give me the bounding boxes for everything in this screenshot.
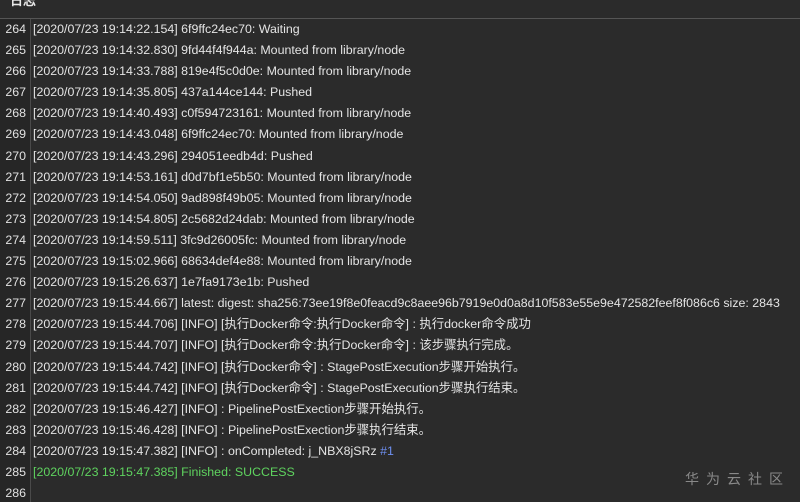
- log-message: [2020/07/23 19:14:33.788] 819e4f5c0d0e: …: [33, 64, 412, 79]
- log-message: [2020/07/23 19:15:47.382] [INFO] : onCom…: [33, 443, 381, 458]
- log-message: [2020/07/23 19:15:44.667] latest: digest…: [33, 296, 780, 311]
- log-message: [2020/07/23 19:15:44.707] [INFO] [执行Dock…: [33, 338, 519, 353]
- log-line: 276 [2020/07/23 19:15:26.637] 1e7fa9173e1…: [0, 272, 800, 293]
- log-line-text: [2020/07/23 19:14:54.805] 2c5682d24dab: …: [33, 209, 415, 230]
- log-message: [2020/07/23 19:14:35.805] 437a144ce144: …: [33, 85, 313, 100]
- line-number: 272: [5, 190, 26, 205]
- log-line-text: [2020/07/23 19:14:54.050] 9ad898f49b05: …: [33, 188, 412, 209]
- log-message: [2020/07/23 19:14:32.830] 9fd44f4f944a: …: [33, 43, 405, 58]
- log-message: [2020/07/23 19:14:53.161] d0d7bf1e5b50: …: [33, 169, 412, 184]
- log-line: 273 [2020/07/23 19:14:54.805] 2c5682d24da…: [0, 209, 800, 230]
- line-number: 284: [5, 443, 26, 458]
- line-number: 277: [5, 296, 26, 311]
- line-number: 279: [5, 338, 26, 353]
- log-message: [2020/07/23 19:14:54.050] 9ad898f49b05: …: [33, 190, 412, 205]
- log-message: [2020/07/23 19:15:44.706] [INFO] [执行Dock…: [33, 317, 531, 332]
- log-line: 285 [2020/07/23 19:15:47.385] Finished: S…: [0, 462, 800, 483]
- line-number: 275: [5, 254, 26, 269]
- log-line: 266 [2020/07/23 19:14:33.788] 819e4f5c0d0…: [0, 61, 800, 82]
- log-line: 270 [2020/07/23 19:14:43.296] 294051eedb4…: [0, 146, 800, 167]
- log-line-text: [2020/07/23 19:14:43.296] 294051eedb4d: …: [33, 146, 313, 167]
- log-line-text: [2020/07/23 19:14:35.805] 437a144ce144: …: [33, 82, 312, 103]
- line-number: 269: [5, 127, 26, 142]
- log-panel: 日志 264 [2020/07/23 19:14:22.154] 6f9ffc24…: [0, 0, 800, 502]
- log-line: 278 [2020/07/23 19:15:44.706] [INFO] [执行D…: [0, 314, 800, 335]
- log-line-text: [2020/07/23 19:14:22.154] 6f9ffc24ec70: …: [33, 19, 300, 40]
- line-number: 268: [5, 106, 26, 121]
- line-number: 267: [5, 85, 26, 100]
- log-line: 283 [2020/07/23 19:15:46.428] [INFO] : Pi…: [0, 420, 800, 441]
- line-number: 266: [5, 64, 26, 79]
- log-message: [2020/07/23 19:15:44.742] [INFO] [执行Dock…: [33, 359, 526, 374]
- log-line: 271 [2020/07/23 19:14:53.161] d0d7bf1e5b5…: [0, 167, 800, 188]
- log-line-text: [2020/07/23 19:15:26.637] 1e7fa9173e1b: …: [33, 272, 309, 293]
- log-line: 265 [2020/07/23 19:14:32.830] 9fd44f4f944…: [0, 40, 800, 61]
- log-line: 267 [2020/07/23 19:14:35.805] 437a144ce14…: [0, 82, 800, 103]
- log-line-text: [2020/07/23 19:15:44.667] latest: digest…: [33, 293, 780, 314]
- log-line-text: [2020/07/23 19:15:02.966] 68634def4e88: …: [33, 251, 412, 272]
- log-line: 281 [2020/07/23 19:15:44.742] [INFO] [执行D…: [0, 378, 800, 399]
- log-message: [2020/07/23 19:14:22.154] 6f9ffc24ec70: …: [33, 22, 300, 36]
- log-message: [2020/07/23 19:15:26.637] 1e7fa9173e1b: …: [33, 275, 310, 290]
- line-number: 283: [5, 422, 26, 437]
- log-line: 282 [2020/07/23 19:15:46.427] [INFO] : Pi…: [0, 399, 800, 420]
- log-message: [2020/07/23 19:15:02.966] 68634def4e88: …: [33, 254, 412, 269]
- log-line: 268 [2020/07/23 19:14:40.493] c0f59472316…: [0, 103, 800, 124]
- line-number: 265: [5, 43, 26, 58]
- line-number: 281: [5, 380, 26, 395]
- line-number: 276: [5, 275, 26, 290]
- log-message: [2020/07/23 19:15:46.427] [INFO] : Pipel…: [33, 401, 432, 416]
- line-number: 282: [5, 401, 26, 416]
- log-line-text: [2020/07/23 19:15:44.742] [INFO] [执行Dock…: [33, 378, 525, 399]
- log-line-text: [2020/07/23 19:14:59.511] 3fc9d26005fc: …: [33, 230, 406, 251]
- log-line-text: [2020/07/23 19:15:44.742] [INFO] [执行Dock…: [33, 357, 525, 378]
- log-message: [2020/07/23 19:15:44.742] [INFO] [执行Dock…: [33, 380, 526, 395]
- log-line-text: [2020/07/23 19:14:53.161] d0d7bf1e5b50: …: [33, 167, 412, 188]
- log-line-text: [2020/07/23 19:15:46.427] [INFO] : Pipel…: [33, 399, 431, 420]
- line-number: 271: [5, 169, 26, 184]
- log-line: 275 [2020/07/23 19:15:02.966] 68634def4e8…: [0, 251, 800, 272]
- watermark: 华为云社区: [685, 471, 790, 487]
- log-message: [2020/07/23 19:14:54.805] 2c5682d24dab: …: [33, 211, 415, 226]
- log-line: 269 [2020/07/23 19:14:43.048] 6f9ffc24ec7…: [0, 124, 800, 145]
- log-line: 286: [0, 483, 800, 502]
- log-line: 280 [2020/07/23 19:15:44.742] [INFO] [执行D…: [0, 357, 800, 378]
- log-lines: 264 [2020/07/23 19:14:22.154] 6f9ffc24ec7…: [0, 19, 800, 502]
- log-line-text: [2020/07/23 19:15:46.428] [INFO] : Pipel…: [33, 420, 431, 441]
- log-line-text: [2020/07/23 19:14:32.830] 9fd44f4f944a: …: [33, 40, 405, 61]
- line-number: 270: [5, 148, 26, 163]
- log-header: 日志: [0, 0, 800, 19]
- line-number: 264: [5, 22, 26, 36]
- log-line-text: [2020/07/23 19:14:33.788] 819e4f5c0d0e: …: [33, 61, 411, 82]
- log-message: [2020/07/23 19:14:59.511] 3fc9d26005fc: …: [33, 232, 407, 247]
- log-line-text: [2020/07/23 19:15:44.706] [INFO] [执行Dock…: [33, 314, 531, 335]
- log-message: [2020/07/23 19:15:46.428] [INFO] : Pipel…: [33, 422, 432, 437]
- log-viewer[interactable]: 264 [2020/07/23 19:14:22.154] 6f9ffc24ec7…: [0, 19, 800, 502]
- log-line: 264 [2020/07/23 19:14:22.154] 6f9ffc24ec7…: [0, 19, 800, 40]
- build-link[interactable]: #1: [380, 444, 394, 458]
- log-line-success-text: [2020/07/23 19:15:47.385] Finished: SUCC…: [33, 462, 295, 483]
- log-message: [2020/07/23 19:14:43.296] 294051eedb4d: …: [33, 148, 313, 163]
- line-number: 278: [5, 317, 26, 332]
- log-line: 284 [2020/07/23 19:15:47.382] [INFO] : on…: [0, 441, 800, 462]
- log-line-text: [2020/07/23 19:14:43.048] 6f9ffc24ec70: …: [33, 124, 403, 145]
- log-line: 277 [2020/07/23 19:15:44.667] latest: dig…: [0, 293, 800, 314]
- log-line-text: [2020/07/23 19:15:47.382] [INFO] : onCom…: [33, 441, 394, 462]
- log-message: [2020/07/23 19:14:43.048] 6f9ffc24ec70: …: [33, 127, 404, 142]
- line-number: 274: [5, 232, 26, 247]
- log-line-text: [2020/07/23 19:14:40.493] c0f594723161: …: [33, 103, 411, 124]
- log-line: 272 [2020/07/23 19:14:54.050] 9ad898f49b0…: [0, 188, 800, 209]
- log-message: [2020/07/23 19:14:40.493] c0f594723161: …: [33, 106, 412, 121]
- line-number: 280: [5, 359, 26, 374]
- line-number: 285: [5, 464, 26, 479]
- log-line: 279 [2020/07/23 19:15:44.707] [INFO] [执行D…: [0, 335, 800, 356]
- log-message: [2020/07/23 19:15:47.385] Finished: SUCC…: [33, 464, 295, 479]
- log-line-text: [2020/07/23 19:15:44.707] [INFO] [执行Dock…: [33, 335, 518, 356]
- panel-title: 日志: [10, 0, 37, 8]
- log-line: 274 [2020/07/23 19:14:59.511] 3fc9d26005f…: [0, 230, 800, 251]
- line-number: 273: [5, 211, 26, 226]
- line-number: 286: [5, 486, 26, 501]
